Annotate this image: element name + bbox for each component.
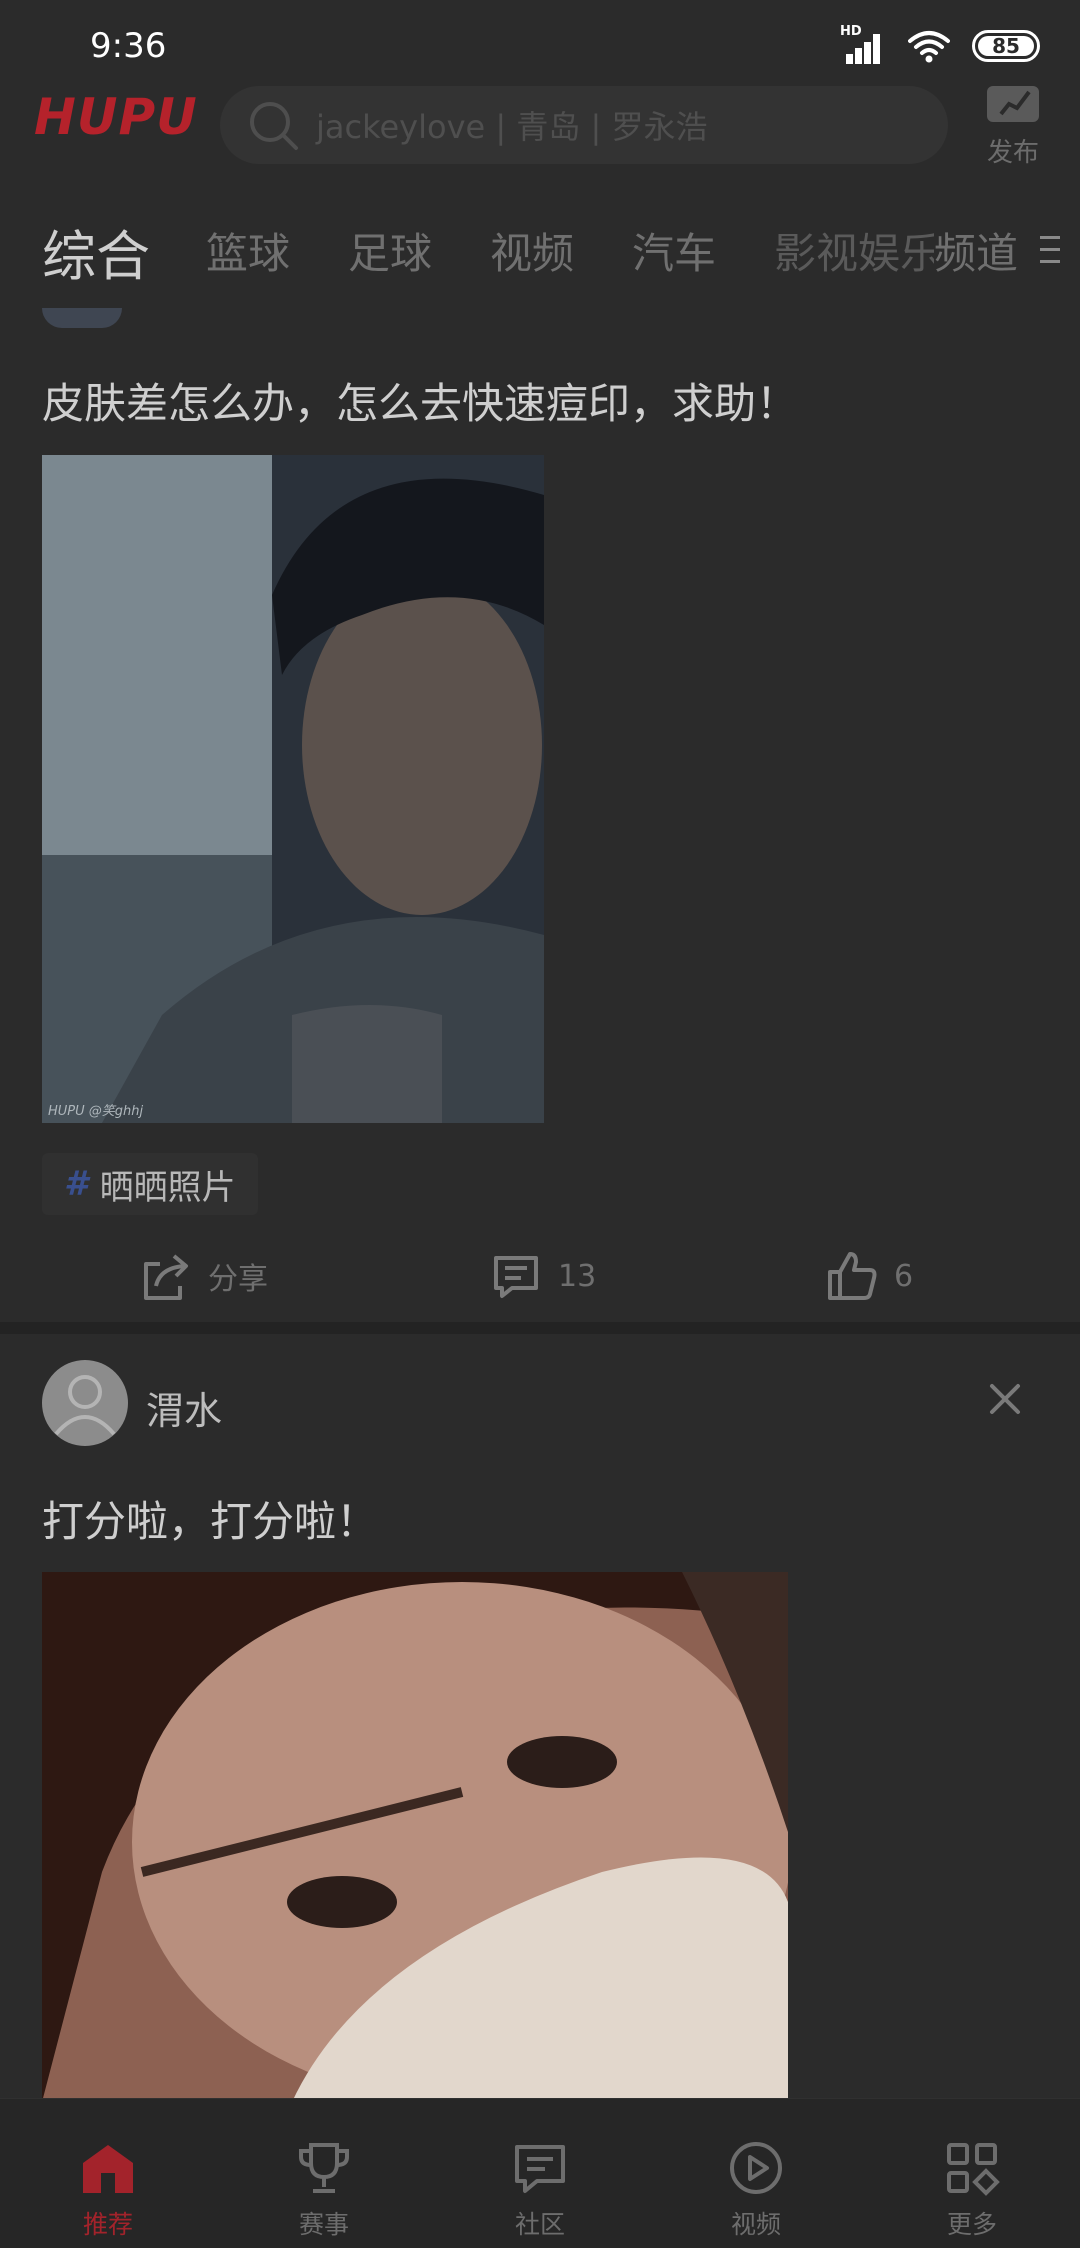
status-time: 9:36 (90, 26, 167, 66)
tab-entertainment[interactable]: 影视娱乐 (774, 220, 934, 281)
app-screen: 9:36 HD 85 HUPU jackeylove | 青岛 | 罗永浩 发布… (0, 0, 1080, 2248)
publish-label: 发布 (986, 138, 1039, 168)
nav-more[interactable]: 更多 (864, 2099, 1080, 2248)
image-watermark: HUPU @笑ghhj (48, 1104, 144, 1119)
comment-count: 13 (558, 1258, 597, 1294)
post-divider (0, 1322, 1080, 1334)
video-play-icon (730, 2142, 782, 2194)
comment-button[interactable]: 13 (490, 1250, 596, 1302)
top-header: HUPU jackeylove | 青岛 | 罗永浩 发布 (0, 82, 1080, 192)
status-icons: HD 85 (840, 24, 1040, 64)
tab-channels[interactable]: 频道 (934, 220, 1018, 281)
close-icon[interactable] (988, 1382, 1022, 1416)
nav-label: 社区 (514, 2210, 565, 2239)
search-bar[interactable]: jackeylove | 青岛 | 罗永浩 (220, 86, 948, 164)
nav-label: 视频 (730, 2210, 781, 2239)
tab-basketball[interactable]: 篮球 (206, 220, 290, 281)
more-grid-icon (947, 2143, 1000, 2196)
nav-recommend[interactable]: 推荐 (0, 2099, 216, 2248)
tab-car[interactable]: 汽车 (632, 220, 716, 281)
comment-icon (494, 1256, 538, 1298)
trophy-icon (299, 2143, 349, 2193)
community-icon (515, 2145, 565, 2193)
author-name[interactable]: 渭水 (146, 1380, 222, 1435)
category-tabs: 综合 篮球 足球 视频 汽车 影视娱乐 频道 (0, 200, 1080, 290)
thumbs-up-icon (828, 1252, 877, 1300)
avatar[interactable] (42, 1360, 128, 1446)
network-badge: HD (840, 24, 862, 39)
compose-icon (987, 86, 1039, 122)
topic-tag[interactable]: # 晒晒照片 (42, 1153, 258, 1215)
share-icon (144, 1254, 188, 1300)
nav-label: 更多 (946, 2210, 997, 2239)
post-image[interactable] (42, 1572, 788, 2102)
search-icon (250, 102, 298, 150)
post-title[interactable]: 皮肤差怎么办，怎么去快速痘印，求助！ (42, 370, 798, 431)
battery-icon: 85 (972, 30, 1040, 62)
nav-matches[interactable]: 赛事 (216, 2099, 432, 2248)
battery-level: 85 (992, 34, 1020, 58)
home-icon (83, 2145, 133, 2193)
post-header: 渭水 (0, 1360, 1080, 1450)
like-count: 6 (894, 1258, 914, 1294)
share-button[interactable]: 分享 (140, 1250, 268, 1302)
nav-video[interactable]: 视频 (648, 2099, 864, 2248)
cellular-signal-icon: HD (840, 24, 886, 64)
status-bar: 9:36 HD 85 (0, 0, 1080, 90)
nav-label: 赛事 (298, 2210, 349, 2239)
post-title[interactable]: 打分啦，打分啦！ (42, 1488, 378, 1549)
wifi-icon (908, 31, 950, 63)
tag-label: 晒晒照片 (99, 1167, 236, 1208)
avatar[interactable] (42, 308, 122, 328)
menu-icon[interactable] (1040, 236, 1080, 266)
tab-video[interactable]: 视频 (490, 220, 574, 281)
hash-icon: # (64, 1164, 88, 1204)
nav-community[interactable]: 社区 (432, 2099, 648, 2248)
like-button[interactable]: 6 (826, 1250, 913, 1302)
search-placeholder: jackeylove | 青岛 | 罗永浩 (316, 108, 708, 146)
publish-button[interactable]: 发布 (978, 82, 1048, 169)
portrait-photo (42, 455, 544, 1123)
post-image[interactable]: HUPU @笑ghhj (42, 455, 544, 1123)
hupu-logo[interactable]: HUPU (34, 88, 198, 146)
selfie-photo (42, 1572, 788, 2102)
default-avatar-icon (54, 1375, 116, 1436)
nav-label: 推荐 (82, 2210, 133, 2239)
post-actions: 分享 13 6 (0, 1240, 1080, 1320)
share-label: 分享 (208, 1262, 268, 1297)
bottom-navigation: 推荐 赛事 社区 视频 更多 (0, 2098, 1080, 2248)
tab-football[interactable]: 足球 (348, 220, 432, 281)
tab-comprehensive[interactable]: 综合 (42, 212, 150, 291)
